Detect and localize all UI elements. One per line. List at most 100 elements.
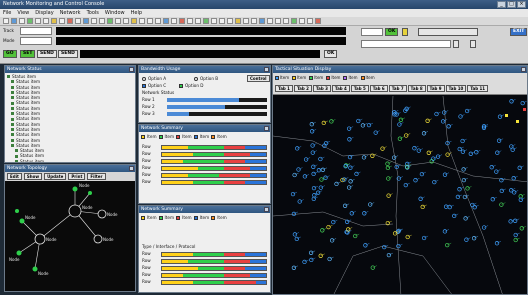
menu-window[interactable]: Window [105, 9, 125, 17]
map-legend-item[interactable]: Item [292, 75, 306, 80]
set-button[interactable]: SET [20, 50, 36, 58]
toolbar-icon[interactable] [219, 18, 225, 24]
bandwidth-option-b[interactable]: Option B [194, 76, 218, 81]
map-tab[interactable]: Tab 7 [388, 85, 407, 92]
map-highlight-marker[interactable] [516, 120, 519, 123]
menu-tools[interactable]: Tools [87, 9, 99, 17]
map-track-marker[interactable] [518, 197, 523, 202]
map-track-marker[interactable] [318, 185, 323, 190]
toolbar-icon[interactable] [187, 18, 193, 24]
map-track-marker[interactable] [509, 99, 514, 104]
map-track-marker[interactable] [366, 122, 372, 128]
map-tab[interactable]: Tab 2 [293, 85, 312, 92]
map-track-marker[interactable] [425, 118, 430, 123]
toolbar-icon[interactable] [235, 18, 241, 24]
go-button[interactable]: GO [3, 50, 17, 58]
mode-field[interactable] [20, 37, 52, 45]
track-field[interactable] [20, 27, 52, 35]
toolbar-icon[interactable] [59, 18, 65, 24]
map-legend-item[interactable]: Item [275, 75, 289, 80]
toolbar-icon[interactable] [99, 18, 105, 24]
menu-network[interactable]: Network [60, 9, 81, 17]
map-legend-item[interactable]: Item [343, 75, 358, 80]
map-legend-item[interactable]: Item [360, 75, 375, 80]
toolbar-icon[interactable] [131, 18, 137, 24]
toolbar-icon[interactable] [75, 18, 81, 24]
network-select[interactable] [361, 28, 383, 36]
map-track-marker[interactable] [490, 197, 495, 202]
map-track-marker[interactable] [346, 185, 352, 190]
map-track-marker[interactable] [356, 118, 361, 124]
map-track-marker[interactable] [386, 176, 391, 181]
topology-node-g[interactable] [16, 250, 22, 256]
map-track-marker[interactable] [494, 169, 499, 174]
toolbar-icon[interactable] [259, 18, 265, 24]
ok-button[interactable]: OK [324, 50, 338, 58]
map-track-marker[interactable] [311, 196, 316, 202]
map-track-marker[interactable] [309, 129, 315, 134]
map-track-marker[interactable] [392, 231, 398, 236]
data-set-button[interactable] [453, 40, 459, 48]
map-track-marker[interactable] [499, 188, 504, 194]
menu-display[interactable]: Display [35, 9, 53, 17]
map-track-marker[interactable] [421, 131, 427, 136]
status-ok-button[interactable]: OK [385, 28, 399, 36]
map-track-marker[interactable] [342, 203, 348, 208]
topology-graph[interactable]: Node Node Node Node Node Node Node Node [5, 181, 135, 291]
map-legend-item[interactable]: Item [326, 75, 340, 80]
topology-node-a[interactable] [34, 233, 46, 245]
map-track-marker[interactable] [416, 148, 421, 153]
topology-node-b[interactable] [68, 204, 82, 218]
toolbar-icon[interactable] [203, 18, 209, 24]
toolbar-icon[interactable] [91, 18, 97, 24]
map-tab[interactable]: Tab 1 [275, 85, 293, 92]
exit-button[interactable]: EXIT [510, 28, 528, 36]
topology-node-j[interactable] [15, 209, 19, 213]
map-track-marker[interactable] [329, 238, 335, 243]
topology-edit-button[interactable]: Edit [7, 173, 22, 180]
map-track-marker[interactable] [347, 154, 353, 160]
toolbar-icon[interactable] [307, 18, 313, 24]
map-tab[interactable]: Tab 5 [350, 85, 369, 92]
map-track-marker[interactable] [445, 152, 450, 157]
map-track-marker[interactable] [426, 150, 431, 155]
map-tab[interactable]: Tab 4 [331, 85, 350, 92]
toolbar-icon[interactable] [211, 18, 217, 24]
toolbar-icon[interactable] [43, 18, 49, 24]
topology-show-button[interactable]: Show [23, 173, 43, 180]
map-track-marker[interactable] [474, 150, 479, 155]
menu-view[interactable]: View [17, 9, 29, 17]
map-track-marker[interactable] [447, 204, 452, 210]
map-track-marker[interactable] [509, 144, 514, 149]
panel-close-icon[interactable] [129, 166, 134, 171]
map-track-marker[interactable] [310, 150, 315, 155]
toolbar-icon[interactable] [35, 18, 41, 24]
map-track-marker[interactable] [435, 154, 441, 159]
map-track-marker[interactable] [348, 179, 353, 184]
toolbar-icon[interactable] [195, 18, 201, 24]
bandwidth-control-button[interactable]: Control [247, 75, 270, 82]
toolbar-icon[interactable] [51, 18, 57, 24]
topology-node-f[interactable] [32, 266, 38, 272]
toolbar-icon[interactable] [251, 18, 257, 24]
toolbar-icon[interactable] [3, 18, 9, 24]
toolbar-icon[interactable] [291, 18, 297, 24]
map-track-marker[interactable] [362, 211, 367, 216]
close-button[interactable]: × [517, 1, 526, 8]
toolbar-icon[interactable] [275, 18, 281, 24]
map-track-marker[interactable] [403, 182, 408, 188]
data-send-button[interactable] [470, 40, 476, 48]
map-track-marker[interactable] [346, 126, 352, 131]
toolbar-icon[interactable] [83, 18, 89, 24]
map-tab[interactable]: Tab 10 [445, 85, 467, 92]
send-button[interactable]: SEND [37, 50, 57, 58]
tree-item[interactable]: Status item [7, 159, 133, 162]
map-tab[interactable]: Tab 8 [407, 85, 426, 92]
map-track-marker[interactable] [495, 150, 500, 155]
map-track-marker[interactable] [370, 265, 375, 270]
panel-close-icon[interactable] [264, 207, 269, 212]
topology-node-h[interactable] [72, 186, 78, 192]
map-track-marker[interactable] [309, 122, 314, 127]
topology-node-i[interactable] [88, 191, 92, 195]
status-warn-button[interactable] [402, 28, 408, 36]
